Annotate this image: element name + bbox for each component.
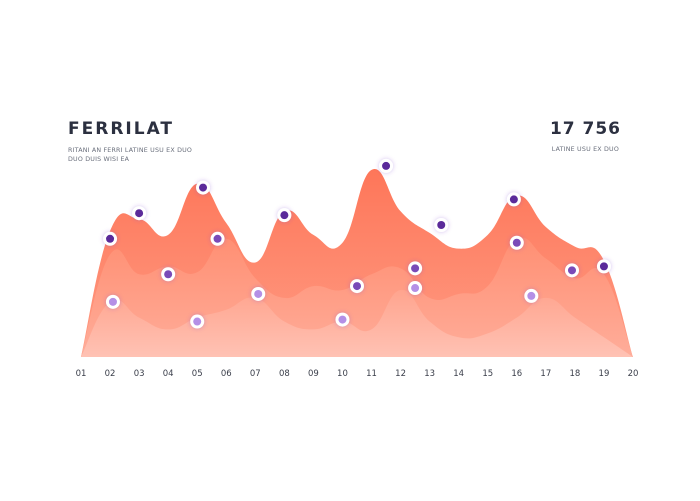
x-tick-label-11: 11 <box>366 369 377 379</box>
data-point-s1-8[interactable] <box>596 259 611 274</box>
x-tick-label-17: 17 <box>540 369 551 379</box>
x-tick-label-08: 08 <box>279 369 290 379</box>
data-point-s2-3[interactable] <box>350 279 364 294</box>
x-tick-label-14: 14 <box>453 369 464 379</box>
data-point-s2-2[interactable] <box>210 231 225 246</box>
area-chart: 01 02 03 04 05 06 07 08 09 10 11 12 13 14 15 16 17 18 19 20 <box>76 158 639 379</box>
x-tick-label-09: 09 <box>308 369 319 379</box>
x-tick-label-18: 18 <box>569 369 580 379</box>
data-point-s1-7[interactable] <box>506 192 521 207</box>
data-point-s1-1[interactable] <box>103 231 118 246</box>
data-point-s1-4[interactable] <box>277 208 292 223</box>
x-tick-label-19: 19 <box>599 369 610 379</box>
x-tick-label-16: 16 <box>511 369 522 379</box>
data-point-s1-3[interactable] <box>196 180 211 195</box>
data-point-s1-2[interactable] <box>132 206 147 221</box>
data-point-s3-4[interactable] <box>335 312 350 327</box>
x-tick-label-02: 02 <box>105 369 116 379</box>
x-tick-label-20: 20 <box>628 369 639 379</box>
data-point-s2-5[interactable] <box>509 235 524 250</box>
data-point-s2-4[interactable] <box>408 261 423 276</box>
x-tick-label-07: 07 <box>250 369 261 379</box>
x-tick-label-01: 01 <box>76 369 87 379</box>
x-tick-label-04: 04 <box>163 369 174 379</box>
data-point-s1-6[interactable] <box>434 218 449 233</box>
data-point-s1-5[interactable] <box>379 158 394 173</box>
x-tick-label-10: 10 <box>337 369 348 379</box>
x-tick-label-13: 13 <box>424 369 435 379</box>
x-tick-label-12: 12 <box>395 369 406 379</box>
data-point-s2-1[interactable] <box>161 267 176 282</box>
data-point-s3-2[interactable] <box>190 314 205 329</box>
x-tick-label-15: 15 <box>482 369 493 379</box>
x-tick-label-03: 03 <box>134 369 145 379</box>
data-point-s2-6[interactable] <box>564 263 579 278</box>
data-point-s3-5[interactable] <box>408 281 423 296</box>
data-point-s3-3[interactable] <box>251 286 266 301</box>
data-point-s3-6[interactable] <box>524 288 539 303</box>
x-tick-label-06: 06 <box>221 369 232 379</box>
data-point-s3-1[interactable] <box>105 294 120 309</box>
x-tick-label-05: 05 <box>192 369 203 379</box>
